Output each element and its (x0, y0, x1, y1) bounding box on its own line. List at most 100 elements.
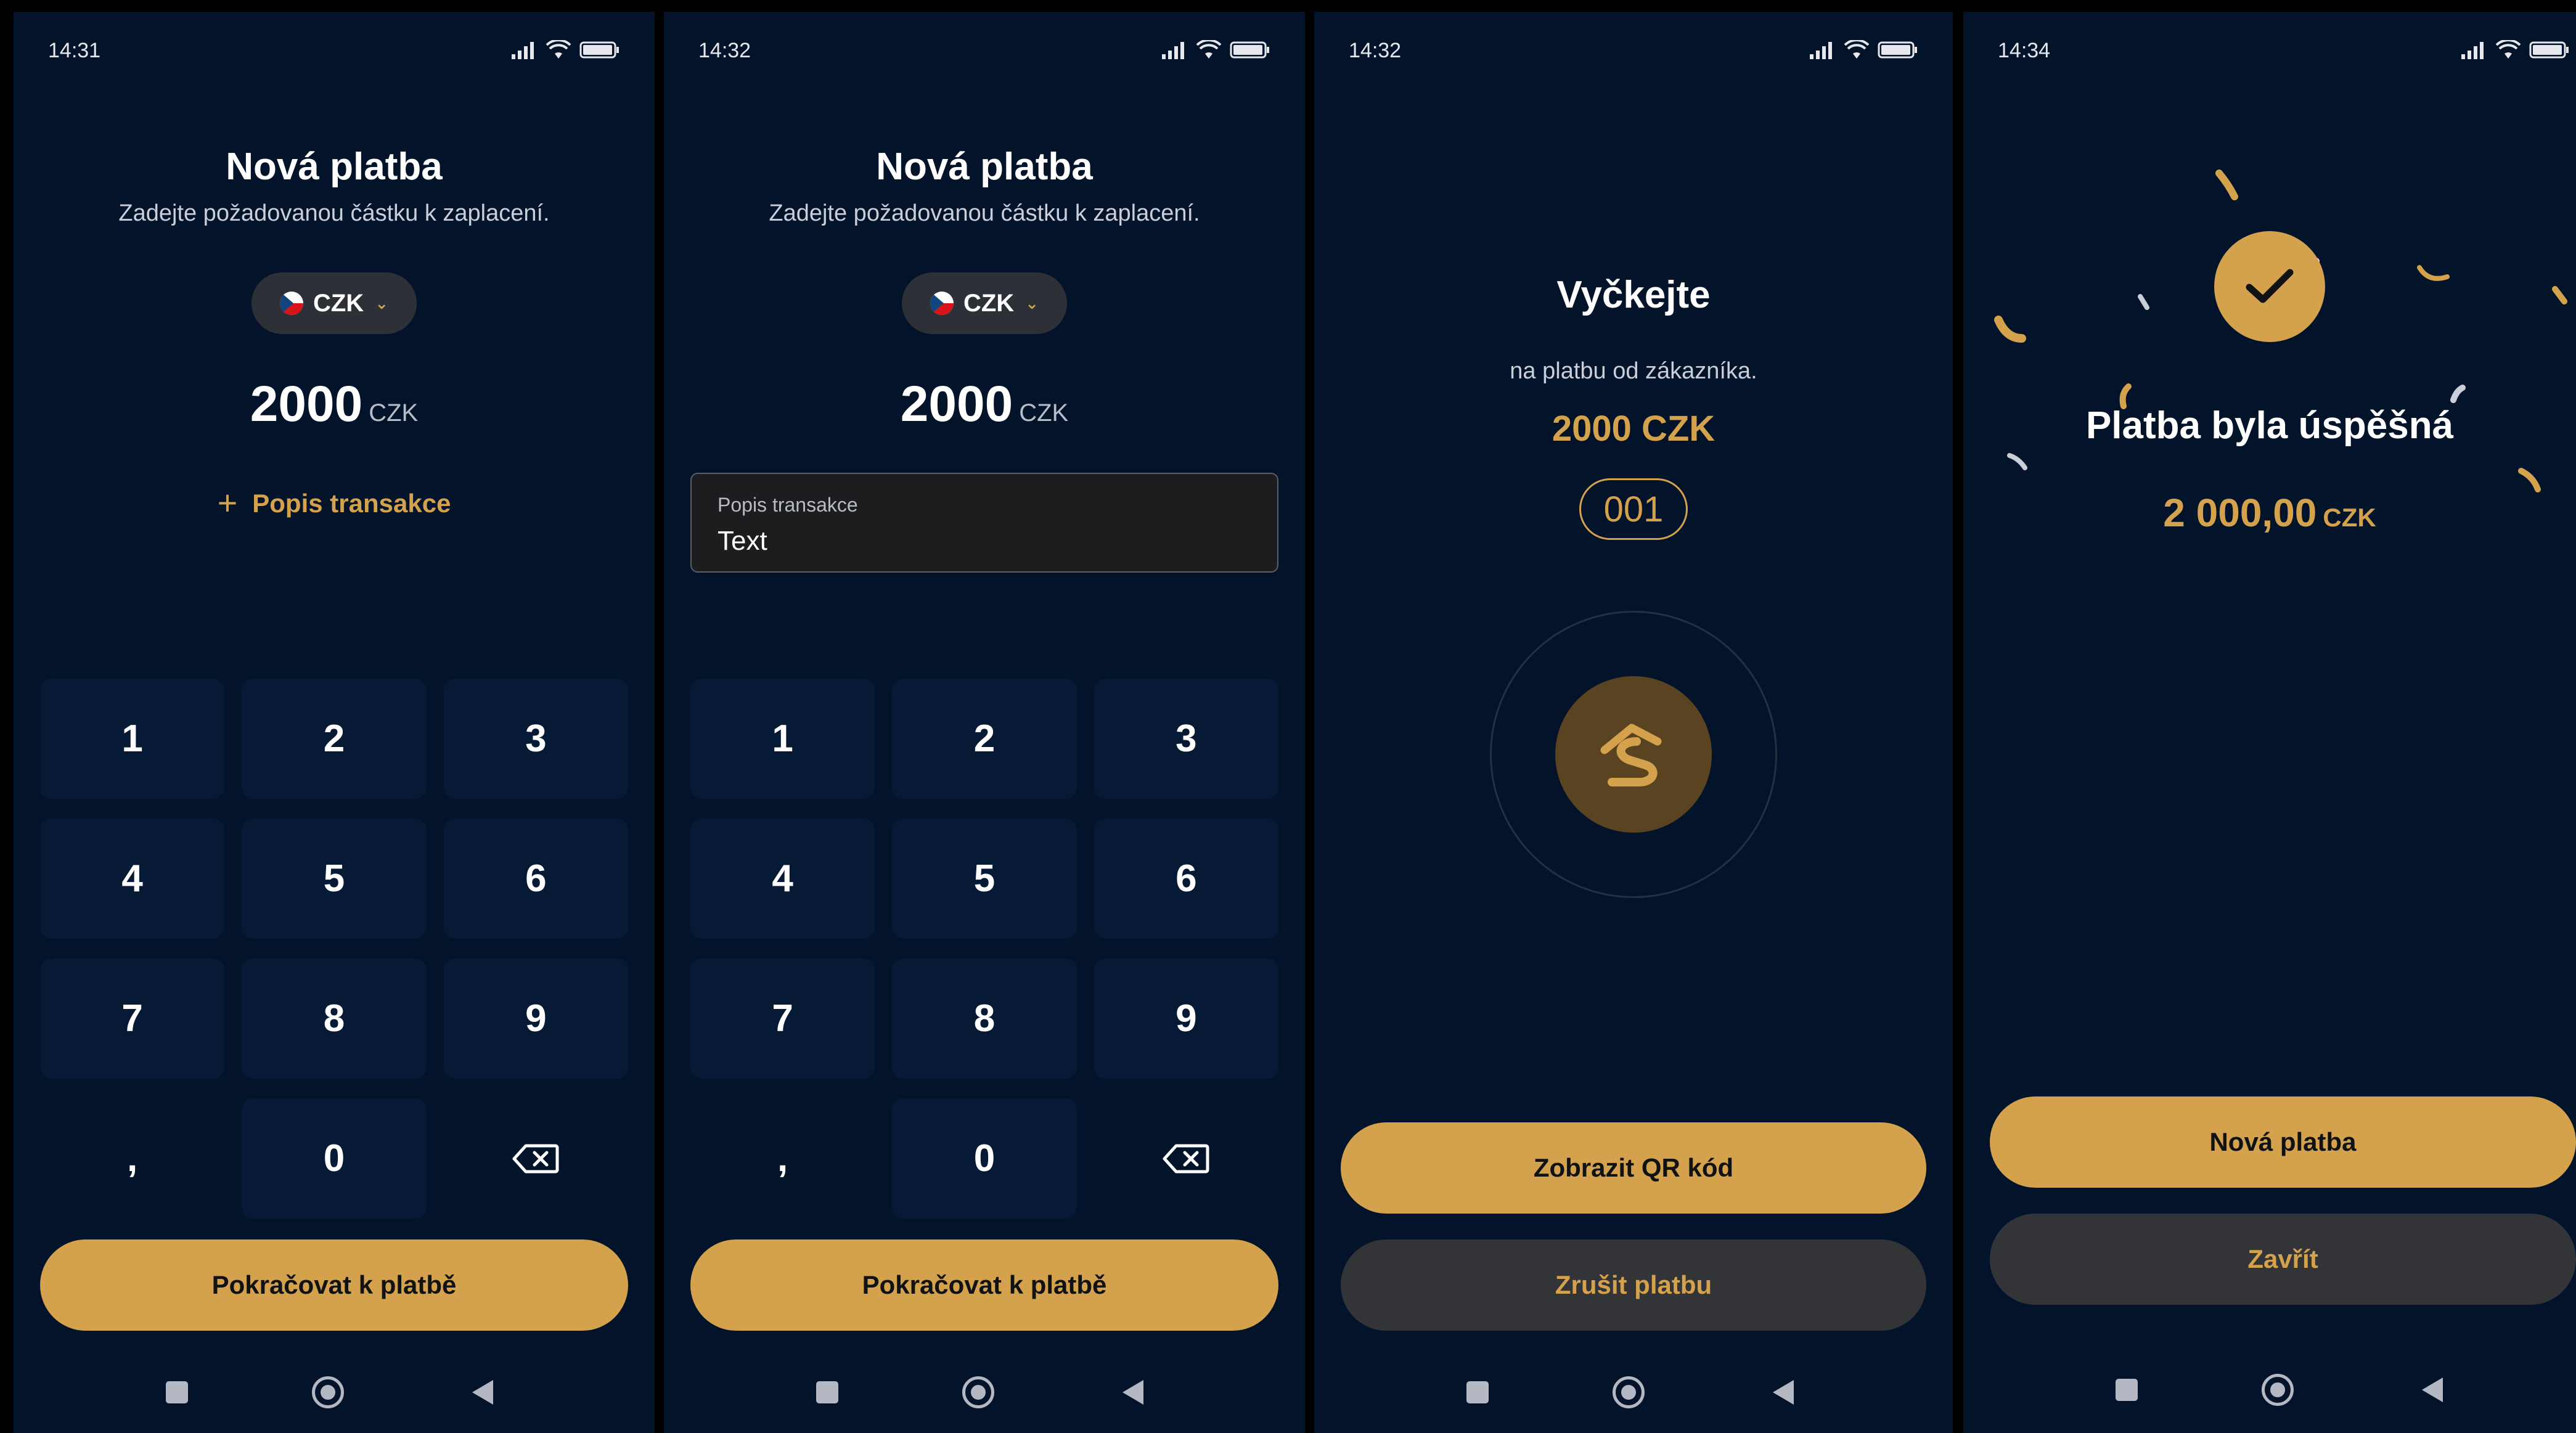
cancel-payment-button[interactable]: Zrušit platbu (1341, 1239, 1926, 1331)
chevron-down-icon: ⌄ (1025, 293, 1039, 312)
key-5[interactable]: 5 (892, 819, 1077, 939)
chevron-down-icon: ⌄ (375, 293, 388, 312)
currency-code: CZK (313, 289, 364, 317)
currency-selector[interactable]: CZK ⌄ (902, 272, 1067, 334)
wifi-icon (1844, 40, 1869, 59)
continue-to-payment-button[interactable]: Pokračovat k platbě (40, 1239, 628, 1331)
screen-new-payment: 14:31 Nová platba Zadejte požadovanou čá… (14, 12, 655, 1433)
battery-icon (1230, 41, 1269, 59)
nav-back-icon[interactable] (1122, 1380, 1143, 1405)
page-subtitle: na platbu od zákazníka. (1510, 358, 1757, 384)
nav-home-icon[interactable] (962, 1376, 994, 1408)
status-bar: 14:31 (14, 31, 655, 68)
description-field[interactable]: Popis transakce Text (690, 473, 1278, 573)
key-9[interactable]: 9 (1094, 958, 1278, 1079)
status-icons (510, 38, 620, 62)
page-subtitle: Zadejte požadovanou částku k zaplacení. (769, 200, 1200, 226)
nav-home-icon[interactable] (1613, 1376, 1645, 1408)
page-subtitle: Zadejte požadovanou částku k zaplacení. (118, 200, 550, 226)
key-comma[interactable]: , (690, 1098, 875, 1219)
wifi-icon (1196, 40, 1221, 59)
close-button[interactable]: Zavřít (1990, 1214, 2576, 1305)
description-field-value[interactable]: Text (718, 526, 767, 557)
screen-new-payment-with-description: 14:32 Nová platba Zadejte požadovanou čá… (664, 12, 1305, 1433)
key-5[interactable]: 5 (242, 819, 427, 939)
success-amount-currency: CZK (2323, 503, 2376, 532)
key-7[interactable]: 7 (690, 958, 875, 1079)
backspace-key[interactable] (1094, 1098, 1278, 1219)
czech-flag-icon (279, 292, 303, 315)
show-qr-code-button[interactable]: Zobrazit QR kód (1341, 1122, 1926, 1214)
wifi-icon (546, 40, 571, 59)
nav-back-icon[interactable] (472, 1380, 493, 1405)
amount-display: 2000 CZK (664, 375, 1305, 433)
numeric-keypad: 1 2 3 4 5 6 7 8 9 , 0 (690, 679, 1278, 1219)
navigation-bar (14, 1370, 655, 1413)
success-badge (2214, 231, 2325, 342)
page-title: Platba byla úspěšná (2085, 404, 2454, 447)
navigation-bar (1314, 1370, 1953, 1413)
amount-display: 2000 CZK (14, 375, 655, 433)
nav-back-icon[interactable] (1773, 1380, 1794, 1405)
backspace-key[interactable] (444, 1098, 628, 1219)
signal-icon (1162, 42, 1184, 59)
nav-recents-icon[interactable] (2116, 1379, 2138, 1401)
key-2[interactable]: 2 (242, 679, 427, 799)
page-title: Vyčkejte (1556, 274, 1711, 316)
nav-recents-icon[interactable] (816, 1381, 838, 1403)
add-description-button[interactable]: + Popis transakce (14, 483, 655, 523)
czech-flag-icon (930, 292, 954, 315)
screen-awaiting-payment: 14:32 Vyčkejte na platbu od zákazníka. 2… (1314, 12, 1953, 1433)
new-payment-button[interactable]: Nová platba (1990, 1096, 2576, 1188)
add-description-label: Popis transakce (252, 489, 451, 518)
key-2[interactable]: 2 (892, 679, 1077, 799)
amount-value: 2000 (900, 376, 1013, 432)
battery-icon (1878, 41, 1917, 59)
key-9[interactable]: 9 (443, 958, 628, 1079)
currency-selector[interactable]: CZK ⌄ (251, 272, 417, 334)
status-time: 14:31 (48, 39, 101, 62)
backspace-icon (1163, 1144, 1209, 1173)
key-comma[interactable]: , (40, 1098, 224, 1219)
amount-value: 2000 (250, 376, 363, 432)
key-4[interactable]: 4 (40, 819, 225, 939)
brand-logo-icon (1555, 676, 1712, 833)
continue-to-payment-button[interactable]: Pokračovat k platbě (690, 1239, 1278, 1331)
currency-code: CZK (963, 289, 1015, 317)
checkmark-icon (2246, 269, 2294, 303)
page-title: Nová platba (876, 145, 1093, 188)
key-6[interactable]: 6 (1094, 819, 1278, 939)
status-icons (1809, 38, 1918, 62)
key-7[interactable]: 7 (40, 958, 225, 1079)
key-3[interactable]: 3 (443, 679, 628, 799)
status-time: 14:32 (698, 39, 751, 62)
nav-recents-icon[interactable] (166, 1381, 188, 1403)
key-0[interactable]: 0 (242, 1098, 427, 1219)
page-title: Nová platba (226, 145, 443, 188)
key-1[interactable]: 1 (690, 679, 875, 799)
success-amount-value: 2 000,00 (2163, 491, 2317, 535)
nav-home-icon[interactable] (312, 1376, 344, 1408)
signal-icon (1810, 42, 1832, 59)
screen-payment-success: 14:34 Platba byla úspěšná 2 000,00 CZK No… (1963, 12, 2576, 1433)
key-0[interactable]: 0 (892, 1098, 1077, 1219)
key-3[interactable]: 3 (1094, 679, 1278, 799)
nav-recents-icon[interactable] (1466, 1381, 1489, 1403)
brand-logo-mark (1600, 724, 1662, 786)
nav-home-icon[interactable] (2262, 1374, 2294, 1406)
battery-icon (579, 41, 619, 59)
success-amount: 2 000,00 CZK (1963, 490, 2576, 536)
awaiting-amount: 2000 CZK (1552, 409, 1715, 449)
backspace-icon (512, 1144, 559, 1173)
key-8[interactable]: 8 (242, 958, 427, 1079)
amount-currency: CZK (369, 399, 419, 427)
description-field-label: Popis transakce (718, 494, 858, 516)
plus-icon: + (217, 483, 238, 522)
key-1[interactable]: 1 (40, 679, 225, 799)
key-6[interactable]: 6 (443, 819, 628, 939)
key-8[interactable]: 8 (892, 958, 1077, 1079)
nav-back-icon[interactable] (2422, 1378, 2443, 1402)
signal-icon (512, 42, 534, 59)
status-icons (1161, 38, 1270, 62)
key-4[interactable]: 4 (690, 819, 875, 939)
